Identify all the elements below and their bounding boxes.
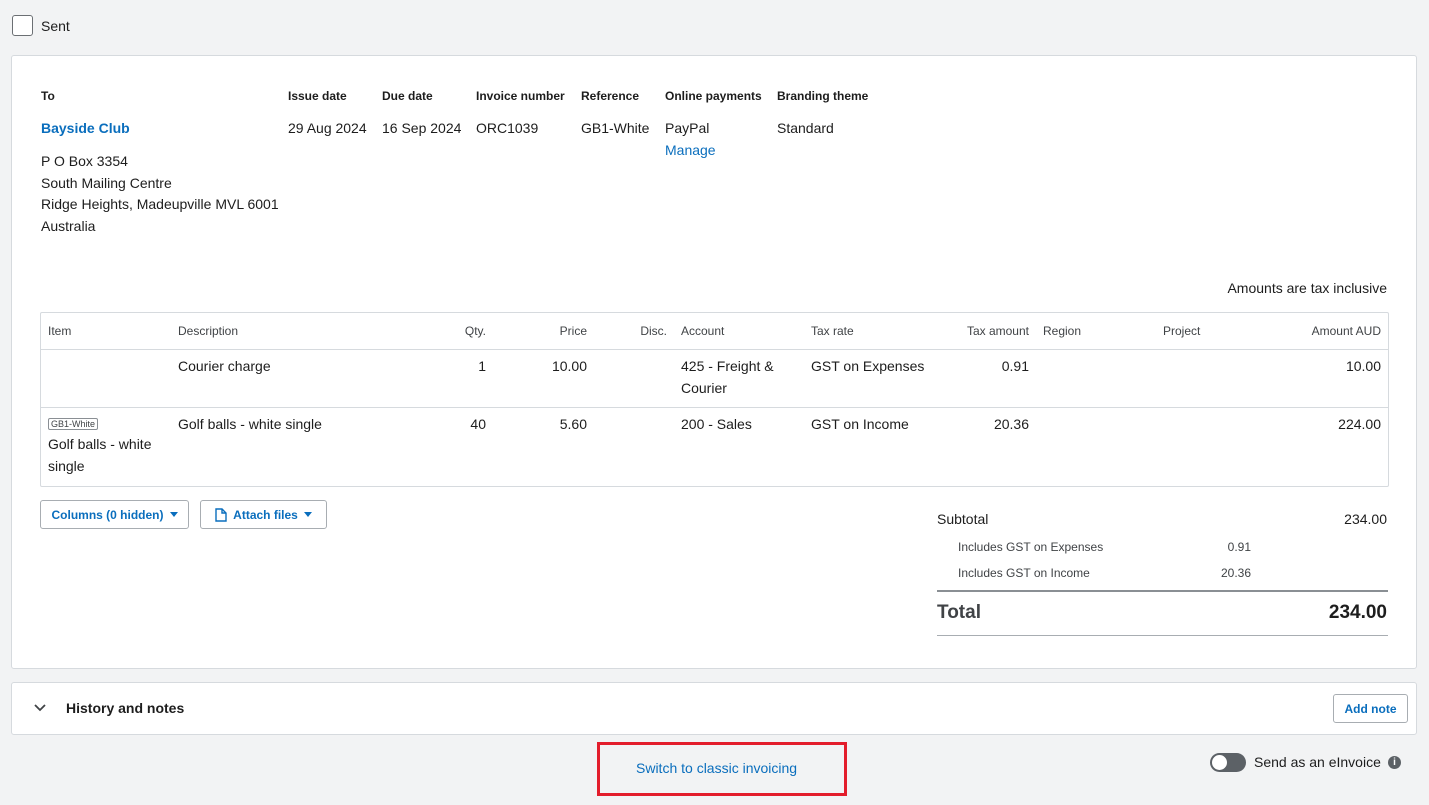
total-value: 234.00	[1328, 602, 1387, 623]
row-account-line: Courier	[681, 380, 727, 396]
attach-files-button[interactable]: Attach files	[200, 500, 327, 529]
row-description[interactable]: Golf balls - white single	[178, 413, 322, 435]
to-label: To	[41, 89, 55, 103]
toggle-knob	[1212, 755, 1227, 770]
issue-date-label: Issue date	[288, 89, 347, 103]
item-name-line: single	[48, 458, 85, 474]
column-header-description[interactable]: Description	[178, 324, 238, 338]
invoice-card: To Issue date Due date Invoice number Re…	[11, 55, 1417, 669]
invoice-number: ORC1039	[476, 120, 539, 136]
total-divider-bottom	[937, 635, 1388, 636]
reference: GB1-White	[581, 120, 650, 136]
add-note-button[interactable]: Add note	[1333, 694, 1408, 723]
document-icon	[215, 507, 227, 522]
row-tax-amount[interactable]: 0.91	[1002, 355, 1029, 377]
branding-theme: Standard	[777, 120, 834, 136]
sent-label: Sent	[41, 17, 70, 34]
issue-date: 29 Aug 2024	[288, 120, 367, 136]
info-icon[interactable]: i	[1388, 756, 1401, 769]
address-line: P O Box 3354	[41, 153, 128, 169]
line-items-table: Item Description Qty. Price Disc. Accoun…	[40, 312, 1389, 487]
reference-label: Reference	[581, 89, 640, 103]
gst-expenses-label: Includes GST on Expenses	[958, 540, 1104, 554]
row-description[interactable]: Courier charge	[178, 355, 271, 377]
row-account-line: 425 - Freight &	[681, 358, 774, 374]
sent-checkbox[interactable]	[12, 15, 33, 36]
column-header-amount[interactable]: Amount AUD	[1312, 324, 1381, 338]
columns-button-label: Columns (0 hidden)	[51, 507, 164, 522]
column-header-disc[interactable]: Disc.	[640, 324, 667, 338]
branding-theme-label: Branding theme	[777, 89, 869, 103]
row-amount[interactable]: 224.00	[1338, 413, 1381, 435]
subtotal-label: Subtotal	[937, 511, 989, 527]
online-payments-label: Online payments	[665, 89, 762, 103]
column-header-tax-amount[interactable]: Tax amount	[967, 324, 1029, 338]
column-header-tax-rate[interactable]: Tax rate	[811, 324, 854, 338]
contact-link[interactable]: Bayside Club	[41, 120, 130, 136]
row-tax-amount[interactable]: 20.36	[994, 413, 1029, 435]
attach-files-label: Attach files	[233, 507, 298, 522]
due-date-label: Due date	[382, 89, 433, 103]
einvoice-label: Send as an eInvoice	[1254, 754, 1381, 770]
contact-address: P O Box 3354 South Mailing Centre Ridge …	[41, 151, 279, 237]
gst-income-value: 20.36	[1220, 566, 1251, 580]
invoice-number-label: Invoice number	[476, 89, 565, 103]
columns-button[interactable]: Columns (0 hidden)	[40, 500, 189, 529]
row-qty[interactable]: 40	[470, 413, 486, 435]
row-amount[interactable]: 10.00	[1346, 355, 1381, 377]
table-row[interactable]: GB1-White Golf balls - white single Golf…	[41, 408, 1388, 486]
address-line: South Mailing Centre	[41, 174, 172, 191]
total-divider-top	[937, 590, 1388, 592]
column-header-account[interactable]: Account	[681, 324, 724, 338]
address-line: Ridge Heights, Madeupville MVL 6001	[41, 196, 279, 212]
gst-income-label: Includes GST on Income	[958, 566, 1090, 580]
column-header-qty[interactable]: Qty.	[465, 324, 486, 338]
gst-expenses-value: 0.91	[1227, 540, 1251, 554]
row-account[interactable]: 200 - Sales	[681, 413, 752, 435]
table-row[interactable]: Courier charge 1 10.00 425 - Freight & C…	[41, 350, 1388, 407]
column-header-region[interactable]: Region	[1043, 324, 1081, 338]
total-label: Total	[937, 602, 981, 623]
row-account[interactable]: 425 - Freight & Courier	[681, 355, 774, 399]
column-header-price[interactable]: Price	[560, 324, 587, 338]
column-header-project[interactable]: Project	[1163, 324, 1200, 338]
address-line: Australia	[41, 217, 96, 234]
row-tax-rate[interactable]: GST on Income	[811, 413, 909, 435]
add-note-label: Add note	[1344, 701, 1397, 716]
einvoice-toggle[interactable]	[1210, 753, 1246, 772]
chevron-down-icon	[169, 512, 178, 517]
online-payments-provider: PayPal	[665, 120, 710, 136]
row-price[interactable]: 5.60	[560, 413, 587, 435]
chevron-down-icon	[303, 512, 312, 517]
row-tax-rate[interactable]: GST on Expenses	[811, 355, 924, 377]
item-name-line: Golf balls - white	[48, 436, 152, 452]
subtotal-value: 234.00	[1344, 511, 1387, 527]
item-code-tag: GB1-White	[48, 418, 99, 430]
switch-classic-invoicing-link[interactable]: Switch to classic invoicing	[636, 760, 797, 776]
chevron-down-icon[interactable]	[34, 704, 46, 712]
tax-inclusive-note: Amounts are tax inclusive	[1227, 280, 1387, 296]
row-qty[interactable]: 1	[478, 355, 486, 377]
row-item[interactable]: GB1-White Golf balls - white single	[48, 414, 151, 477]
manage-payments-link[interactable]: Manage	[665, 142, 716, 158]
sent-checkbox-row[interactable]: Sent	[12, 15, 70, 36]
history-notes-title[interactable]: History and notes	[66, 700, 184, 716]
column-header-item[interactable]: Item	[48, 324, 71, 338]
due-date: 16 Sep 2024	[382, 120, 462, 136]
row-price[interactable]: 10.00	[552, 355, 587, 377]
history-notes-panel: History and notes Add note	[11, 682, 1417, 735]
